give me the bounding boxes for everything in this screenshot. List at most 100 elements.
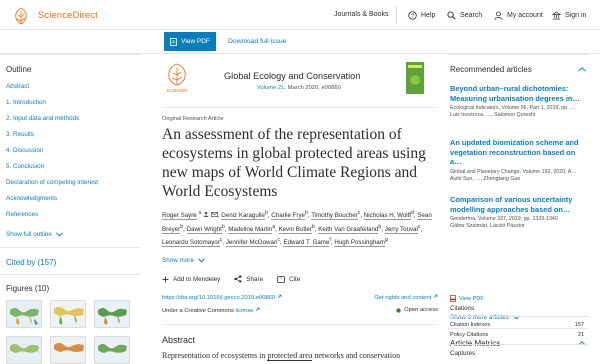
pdf-icon bbox=[450, 295, 456, 302]
journal-cover-image[interactable] bbox=[406, 62, 424, 94]
doi-text: https://doi.org/10.1016/j.gecco.2019.e00… bbox=[162, 295, 276, 301]
figure-thumbnail-1[interactable] bbox=[6, 300, 42, 328]
author-affiliation: b bbox=[305, 210, 308, 216]
chevron-down-icon bbox=[512, 315, 520, 320]
recommended-authors: Luis Inostroza, …, Salomon Qureshi bbox=[450, 112, 536, 118]
article-action-bar: View PDF Download full issue bbox=[0, 30, 600, 54]
author-affiliation: g bbox=[384, 237, 388, 244]
world-map-icon bbox=[7, 301, 41, 327]
world-map-icon bbox=[95, 337, 129, 363]
author-name[interactable]: Jerry Touval bbox=[384, 225, 418, 234]
show-more-articles-button[interactable]: Show 3 more articles bbox=[450, 314, 520, 321]
cited-by-link[interactable]: Cited by (157) bbox=[6, 258, 56, 267]
help-link[interactable]: ? Help bbox=[408, 11, 435, 20]
recommended-article-2[interactable]: An updated biomization scheme and vegeta… bbox=[450, 138, 582, 182]
help-icon: ? bbox=[408, 11, 417, 20]
open-access-label: Open access bbox=[404, 307, 438, 313]
author-name[interactable]: Edward T. Game bbox=[283, 239, 330, 248]
person-icon bbox=[203, 211, 209, 218]
outline-item-discussion[interactable]: 4. Discussion bbox=[6, 147, 98, 163]
author-name[interactable]: Madeline Martin bbox=[228, 225, 273, 234]
search-link[interactable]: Search bbox=[447, 11, 482, 20]
email-icon[interactable] bbox=[210, 212, 218, 218]
get-rights-link[interactable]: Get rights and content bbox=[374, 294, 438, 301]
recommended-title: Beyond urban–rural dichotomies: Measurin… bbox=[450, 84, 580, 103]
recommended-title: An updated biomization scheme and vegeta… bbox=[450, 138, 579, 166]
header-divider bbox=[162, 107, 438, 108]
view-pdf-button[interactable]: View PDF bbox=[164, 32, 216, 51]
figure-thumbnail-3[interactable] bbox=[94, 300, 130, 328]
svg-text:?: ? bbox=[411, 14, 414, 20]
quote-icon: ” bbox=[277, 275, 285, 283]
chevron-up-icon[interactable] bbox=[578, 67, 586, 72]
author-name[interactable]: Jennifer McGowan bbox=[225, 239, 278, 248]
rights-text: Get rights and content bbox=[374, 295, 432, 301]
recommended-view-pdf-link[interactable]: View PDF bbox=[450, 295, 484, 302]
outline-item-results[interactable]: 3. Results bbox=[6, 131, 98, 147]
outline-item-acknowledgments[interactable]: Acknowledgments bbox=[6, 195, 98, 211]
view-pdf-label: View PDF bbox=[181, 38, 210, 45]
download-full-issue-link[interactable]: Download full issue bbox=[228, 38, 287, 45]
recommended-authors: Aizhi Sun, …, Zhengtang Guo bbox=[450, 175, 521, 182]
elsevier-tree-logo-icon[interactable]: ELSEVIER bbox=[162, 61, 192, 95]
external-link-icon bbox=[433, 294, 438, 299]
article-title: An assessment of the representation of e… bbox=[162, 126, 426, 200]
recommended-article-3[interactable]: Comparison of various uncertainty modell… bbox=[450, 195, 582, 229]
outline-item-abstract[interactable]: Abstract bbox=[6, 83, 98, 99]
sign-in-label: Sign in bbox=[565, 12, 587, 19]
share-icon bbox=[234, 275, 242, 283]
brand-name[interactable]: ScienceDirect bbox=[38, 10, 98, 21]
author-name[interactable]: Hugh Possingham bbox=[334, 239, 385, 248]
figure-thumbnail-6[interactable] bbox=[94, 336, 130, 364]
outline-item-competing-interest[interactable]: Declaration of competing interest bbox=[6, 179, 98, 195]
cite-button[interactable]: ” Cite bbox=[277, 276, 300, 283]
show-more-label: Show more bbox=[162, 257, 194, 264]
search-label: Search bbox=[460, 12, 483, 19]
journals-books-link[interactable]: Journals & Books bbox=[334, 11, 388, 18]
chevron-down-icon bbox=[56, 232, 63, 237]
add-to-mendeley-label: Add to Mendeley bbox=[173, 275, 221, 283]
journal-volume-link[interactable]: Volume 21 bbox=[257, 85, 284, 91]
sign-in-link[interactable]: Sign in bbox=[552, 11, 586, 20]
author-affiliation: a bbox=[272, 223, 276, 230]
elsevier-logo-icon[interactable] bbox=[11, 6, 31, 26]
author-name[interactable]: Leonardo Sotomayor bbox=[162, 239, 220, 248]
recommended-title: Comparison of various uncertainty modell… bbox=[450, 195, 573, 214]
license-prefix: Under a Creative Commons bbox=[162, 308, 234, 314]
author-name[interactable]: Dawn Wright bbox=[186, 225, 222, 234]
author-name[interactable]: Kevin Butler bbox=[278, 225, 312, 234]
world-map-icon bbox=[95, 301, 129, 327]
right-sidebar: Recommended articles Beyond urban–rural … bbox=[448, 54, 600, 364]
protected-area-term[interactable]: protected area bbox=[267, 351, 313, 361]
pdf-icon bbox=[170, 37, 178, 46]
world-map-icon bbox=[7, 337, 41, 363]
show-full-outline-button[interactable]: Show full outline bbox=[6, 231, 63, 238]
author-name[interactable]: Timothy Boucher bbox=[311, 212, 358, 221]
outline-item-conclusion[interactable]: 5. Conclusion bbox=[6, 163, 98, 179]
add-to-mendeley-button[interactable]: Add to Mendeley bbox=[162, 276, 220, 283]
help-label: Help bbox=[421, 12, 436, 19]
figure-thumbnail-4[interactable] bbox=[6, 336, 42, 364]
journal-name[interactable]: Global Ecology and Conservation bbox=[224, 71, 360, 81]
author-name[interactable]: Keith Van Graafeiland bbox=[318, 225, 379, 234]
outline-item-references[interactable]: References bbox=[6, 211, 98, 227]
sidebar-divider bbox=[448, 328, 588, 329]
recommended-article-1[interactable]: Beyond urban–rural dichotomies: Measurin… bbox=[450, 84, 582, 118]
author-name[interactable]: Charlie Frye bbox=[271, 212, 305, 221]
author-name[interactable]: Nicholas H. Wolff bbox=[363, 212, 412, 221]
share-button[interactable]: Share bbox=[234, 275, 263, 283]
figure-thumbnail-5[interactable] bbox=[50, 336, 86, 364]
outline-item-methods[interactable]: 2. Input data and methods bbox=[6, 115, 98, 131]
figure-thumbnail-2[interactable] bbox=[50, 300, 86, 328]
outline-item-introduction[interactable]: 1. Introduction bbox=[6, 99, 98, 115]
show-more-authors-button[interactable]: Show more bbox=[162, 257, 205, 264]
figures-heading: Figures (10) bbox=[6, 284, 50, 293]
license-link[interactable]: license bbox=[235, 308, 253, 314]
author-name[interactable]: Deniz Karagulle bbox=[221, 212, 265, 221]
chevron-up-icon[interactable] bbox=[578, 341, 586, 346]
doi-link[interactable]: https://doi.org/10.1016/j.gecco.2019.e00… bbox=[162, 294, 282, 301]
author-name[interactable]: Roger Sayre bbox=[162, 212, 197, 221]
open-access-icon bbox=[396, 307, 401, 313]
nav-divider bbox=[396, 6, 397, 24]
my-account-link[interactable]: My account bbox=[494, 11, 543, 20]
